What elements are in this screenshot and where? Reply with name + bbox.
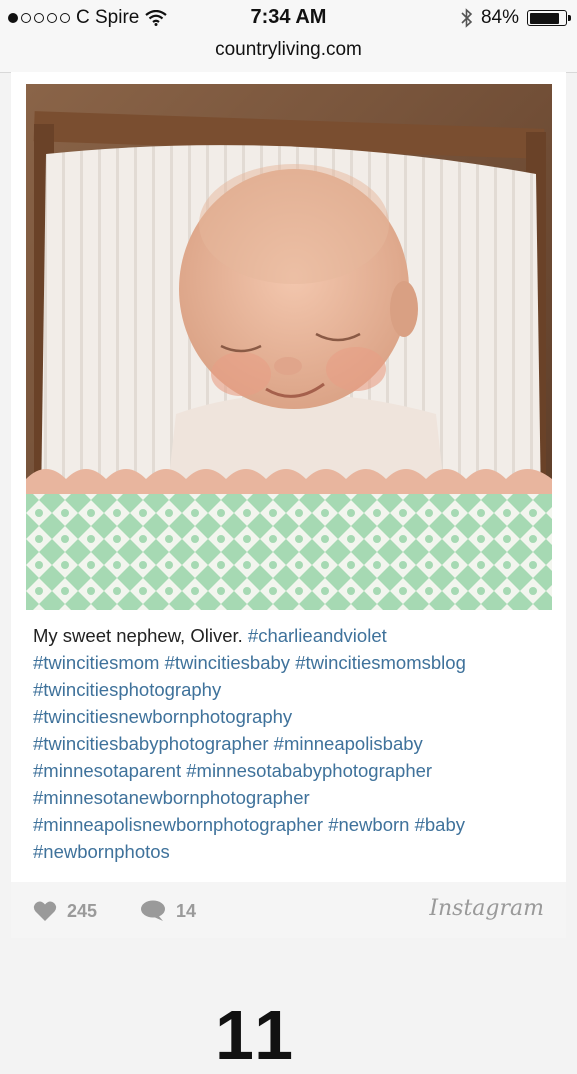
hashtag-link[interactable]: #twincitiesbabyphotographer: [33, 733, 269, 754]
hashtag-link[interactable]: #newborn: [328, 814, 409, 835]
caption-text: My sweet nephew, Oliver.: [33, 625, 243, 646]
hashtag-link[interactable]: #twincitiesnewbornphotography: [33, 706, 292, 727]
battery-percent: 84%: [480, 7, 519, 28]
newborn-baby-image: [26, 84, 552, 610]
hashtag-link[interactable]: #twincitiesphotography: [33, 679, 221, 700]
status-bar: C Spire 7:34 AM 84%: [0, 0, 577, 36]
post-footer: 245 14 Instagram: [11, 882, 566, 938]
hashtag-link[interactable]: #minnesotanewbornphotographer: [33, 787, 310, 808]
comments-value: 14: [176, 900, 197, 921]
hashtag-link[interactable]: #twincitiesmomsblog: [295, 652, 466, 673]
address-bar[interactable]: countryliving.com: [0, 36, 577, 73]
comments-count[interactable]: 14: [140, 900, 196, 922]
hashtag-link[interactable]: #minneapolisbaby: [274, 733, 423, 754]
instagram-embed-card: My sweet nephew, Oliver. #charlieandviol…: [11, 72, 566, 882]
next-content-heading: 11: [215, 996, 297, 1074]
likes-value: 245: [67, 900, 98, 921]
hashtag-link[interactable]: #baby: [415, 814, 465, 835]
url-text: countryliving.com: [215, 39, 362, 60]
instagram-logo[interactable]: Instagram: [429, 896, 544, 921]
bluetooth-icon: [461, 8, 473, 28]
comment-icon: [141, 900, 165, 921]
hashtag-link[interactable]: #twincitiesmom: [33, 652, 159, 673]
post-caption: My sweet nephew, Oliver. #charlieandviol…: [33, 622, 553, 865]
hashtag-link[interactable]: #newbornphotos: [33, 841, 170, 862]
hashtag-link[interactable]: #minnesotababyphotographer: [186, 760, 432, 781]
hashtag-link[interactable]: #charlieandviolet: [248, 625, 387, 646]
hashtag-link[interactable]: #minneapolisnewbornphotographer: [33, 814, 323, 835]
hashtag-link[interactable]: #minnesotaparent: [33, 760, 181, 781]
post-photo[interactable]: [26, 84, 552, 610]
battery-icon: [527, 10, 571, 26]
hashtag-link[interactable]: #twincitiesbaby: [165, 652, 290, 673]
likes-count[interactable]: 245: [33, 900, 97, 922]
heart-icon: [33, 901, 57, 921]
